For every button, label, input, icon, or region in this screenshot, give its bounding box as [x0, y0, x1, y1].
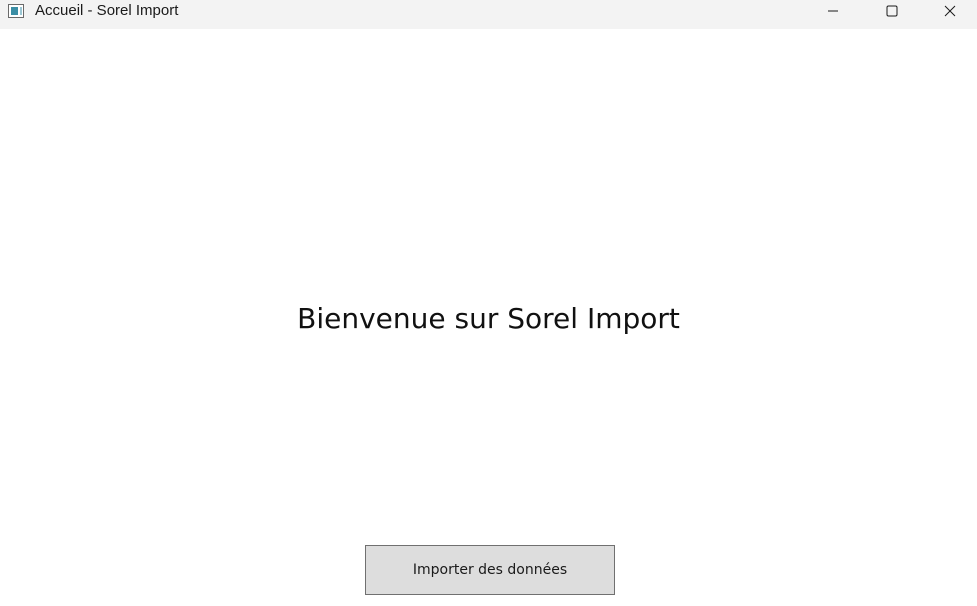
app-icon-pane-left: [11, 7, 18, 15]
import-data-button-label: Importer des données: [412, 562, 568, 578]
close-icon: [944, 5, 956, 17]
minimize-button[interactable]: [804, 0, 862, 22]
welcome-heading: Bienvenue sur Sorel Import: [297, 302, 680, 335]
maximize-icon: [886, 5, 898, 17]
main-content: Bienvenue sur Sorel Import Importer des …: [0, 29, 977, 606]
app-icon-pane-right: [20, 7, 22, 15]
import-data-button[interactable]: Importer des données: [365, 545, 615, 595]
maximize-button[interactable]: [863, 0, 921, 22]
window-title: Accueil - Sorel Import: [35, 2, 179, 19]
title-bar[interactable]: Accueil - Sorel Import: [0, 0, 977, 29]
window-app-icon: [8, 4, 24, 18]
minimize-icon: [828, 10, 838, 12]
app-window: Accueil - Sorel Import Bienvenue sur Sor…: [0, 0, 977, 606]
close-button[interactable]: [921, 0, 977, 22]
